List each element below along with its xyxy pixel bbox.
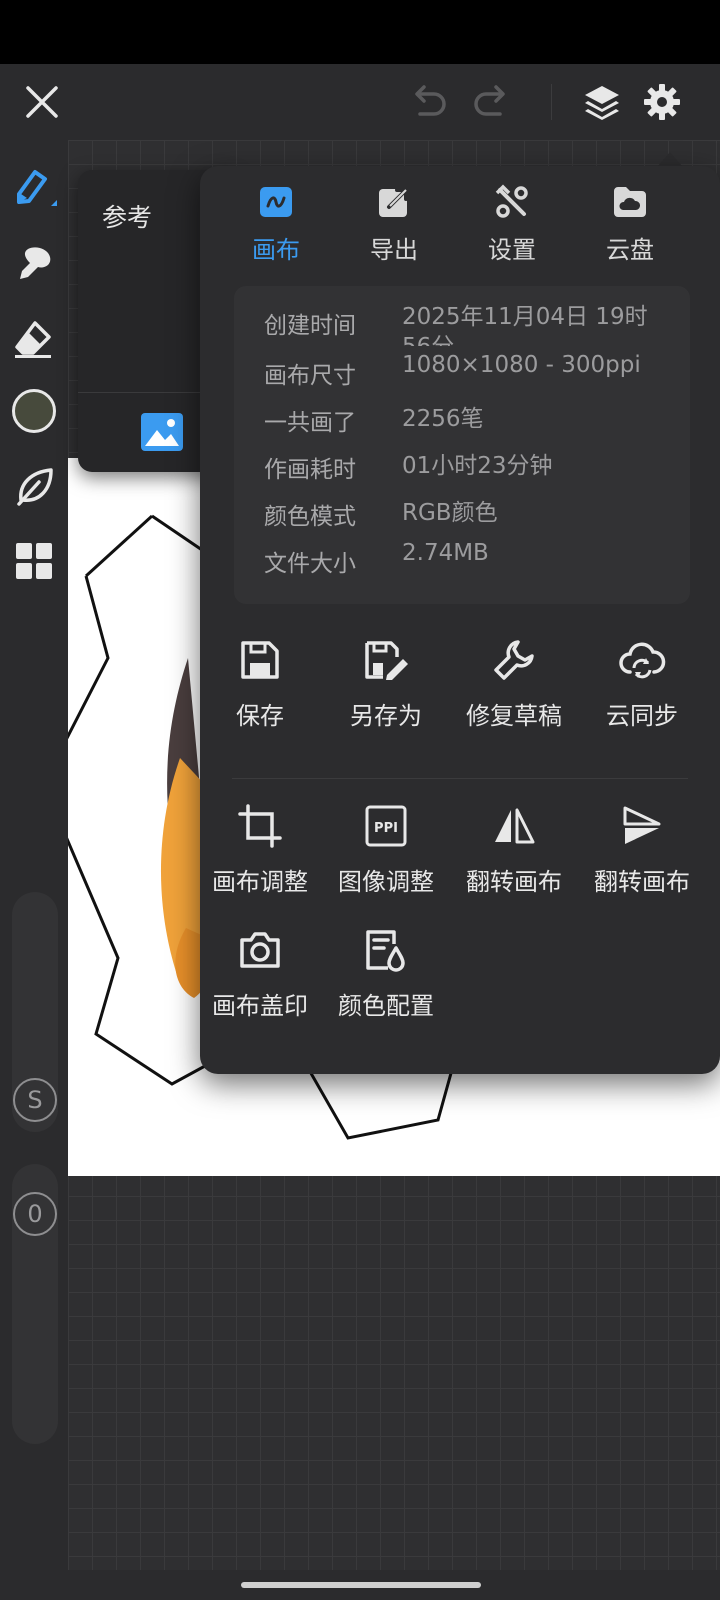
info-key: 作画耗时 (264, 457, 356, 483)
save-button[interactable]: 保存 (196, 632, 324, 742)
canvas-info-card: 创建时间 2025年11月04日 19时56分 画布尺寸 1080×1080 -… (234, 286, 690, 604)
color-profile-button[interactable]: 颜色配置 (322, 922, 450, 1032)
ppi-badge-text: PPI (374, 821, 398, 836)
tab-settings[interactable]: 设置 (452, 180, 572, 276)
color-profile-icon (366, 930, 405, 972)
save-label: 保存 (236, 702, 284, 730)
info-value: 2.74MB (402, 540, 489, 566)
eraser-tool[interactable] (0, 304, 68, 374)
cloud-drive-icon (614, 187, 646, 217)
size-slider-label: S (13, 1078, 57, 1122)
canvas-adjust-label: 画布调整 (212, 868, 308, 896)
repair-draft-label: 修复草稿 (466, 702, 562, 730)
leaf-icon (17, 468, 53, 506)
canvas-adjust-button[interactable]: 画布调整 (196, 798, 324, 908)
info-key: 文件大小 (264, 551, 356, 577)
info-row-strokes: 一共画了 2256笔 (264, 397, 690, 437)
info-key: 颜色模式 (264, 504, 356, 530)
flip-vertical-icon (623, 806, 661, 844)
flip-horizontal-label: 翻转画布 (466, 868, 562, 896)
info-key: 创建时间 (264, 313, 356, 339)
info-value: 2256笔 (402, 406, 484, 432)
info-value: 01小时23分钟 (402, 453, 553, 479)
cloud-sync-icon (619, 642, 666, 679)
menu-divider (232, 778, 688, 779)
info-value: 1080×1080 - 300ppi (402, 352, 641, 378)
tab-export[interactable]: 导出 (334, 180, 454, 276)
tab-settings-label: 设置 (488, 236, 536, 264)
redo-icon (474, 85, 505, 116)
top-bar (0, 64, 720, 140)
current-color-swatch (12, 389, 56, 433)
wrench-icon (494, 640, 534, 680)
grid-icon (16, 543, 52, 579)
flip-vertical-button[interactable]: 翻转画布 (578, 798, 706, 908)
close-button[interactable] (12, 64, 72, 140)
undo-button[interactable] (398, 64, 458, 140)
tab-cloud-drive[interactable]: 云盘 (570, 180, 690, 276)
layers-button[interactable] (572, 64, 632, 140)
info-row-time: 作画耗时 01小时23分钟 (264, 444, 690, 484)
cloud-sync-label: 云同步 (606, 702, 678, 730)
image-adjust-button[interactable]: PPI 图像调整 (322, 798, 450, 908)
flip-horizontal-button[interactable]: 翻转画布 (450, 798, 578, 908)
reference-label[interactable]: 参考 (102, 198, 152, 234)
camera-icon (240, 932, 280, 968)
undo-icon (415, 85, 446, 116)
info-row-size: 画布尺寸 1080×1080 - 300ppi (264, 350, 690, 390)
info-value: 2025年11月04日 19时56分 (402, 304, 648, 346)
canvas-icon (260, 187, 292, 217)
canvas-stamp-button[interactable]: 画布盖印 (196, 922, 324, 1032)
redo-button[interactable] (462, 64, 522, 140)
image-adjust-label: 图像调整 (338, 868, 434, 896)
close-icon (26, 86, 58, 118)
liquify-tool[interactable] (0, 452, 68, 522)
info-key: 画布尺寸 (264, 363, 356, 389)
crop-icon (238, 804, 282, 848)
smudge-tool[interactable] (0, 228, 68, 298)
settings-button[interactable] (632, 64, 692, 140)
status-bar (0, 0, 720, 64)
eraser-icon (15, 321, 51, 358)
info-row-color-mode: 颜色模式 RGB颜色 (264, 491, 690, 531)
image-icon (141, 413, 183, 451)
tools-icon (495, 184, 528, 218)
info-key: 一共画了 (264, 410, 356, 436)
left-toolbar: S 0 (0, 140, 68, 1570)
add-image-button[interactable] (140, 412, 184, 456)
color-profile-label: 颜色配置 (338, 992, 434, 1020)
ppi-icon: PPI (365, 805, 407, 847)
layers-icon (585, 86, 619, 120)
cloud-sync-button[interactable]: 云同步 (578, 632, 706, 742)
info-row-file-size: 文件大小 2.74MB (264, 538, 690, 578)
flip-vertical-label: 翻转画布 (594, 868, 690, 896)
color-picker[interactable] (0, 376, 68, 446)
pen-icon (17, 170, 57, 206)
canvas-menu-panel: 画布 导出 设置 云盘 创建时间 2025年11月04日 19时56分 画布尺寸… (200, 166, 720, 1074)
info-row-created: 创建时间 2025年11月04日 19时56分 (264, 300, 690, 346)
opacity-slider-label: 0 (13, 1192, 57, 1236)
gear-icon (644, 84, 680, 120)
info-value: RGB颜色 (402, 500, 498, 526)
repair-draft-button[interactable]: 修复草稿 (450, 632, 578, 742)
smudge-icon (20, 247, 51, 279)
flip-horizontal-icon (495, 808, 535, 844)
brush-tool[interactable] (0, 152, 68, 222)
tab-export-label: 导出 (370, 236, 418, 264)
canvas-stamp-label: 画布盖印 (212, 992, 308, 1020)
tab-canvas[interactable]: 画布 (216, 180, 336, 276)
materials-tool[interactable] (0, 526, 68, 596)
export-icon (379, 188, 408, 217)
save-as-button[interactable]: 另存为 (322, 632, 450, 742)
home-indicator[interactable] (241, 1582, 481, 1588)
save-as-icon (365, 641, 408, 680)
top-divider (551, 84, 552, 120)
tab-canvas-label: 画布 (252, 236, 300, 264)
save-as-label: 另存为 (350, 702, 422, 730)
tab-cloud-drive-label: 云盘 (606, 236, 654, 264)
save-icon (241, 641, 279, 679)
